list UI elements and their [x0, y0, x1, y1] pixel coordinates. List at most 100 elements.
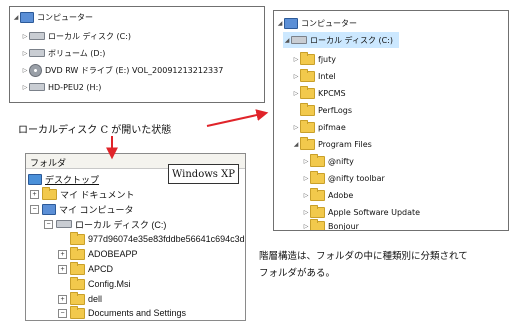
folder-icon: [310, 153, 325, 167]
tree-item-folder[interactable]: ▷ @nifty: [302, 153, 354, 169]
tree-item-local-disk-c[interactable]: − ローカル ディスク (C:): [44, 216, 166, 232]
folder-icon: [300, 51, 315, 65]
c-drive-tree-panel: ◢ コンピューター ◢ ローカル ディスク (C:) ▷ fjuty ▷ Int…: [273, 10, 509, 231]
collapsed-arrow-icon[interactable]: ▷: [292, 56, 300, 63]
computer-icon: [42, 203, 56, 215]
desktop-icon: [28, 173, 42, 185]
tree-item-label: HD-PEU2 (H:): [48, 82, 102, 92]
expand-plus-icon[interactable]: +: [58, 264, 67, 274]
tree-item-label: KPCMS: [318, 88, 346, 98]
arrow-to-right-panel: [206, 109, 269, 127]
collapsed-arrow-icon[interactable]: ▷: [302, 175, 310, 182]
collapsed-arrow-icon[interactable]: ▷: [21, 84, 29, 91]
windows-xp-badge: Windows XP: [168, 164, 239, 184]
tree-item-folder[interactable]: ◢ Program Files: [292, 136, 372, 152]
tree-item-label: Apple Software Update: [328, 207, 421, 217]
folder-icon: [300, 85, 315, 99]
collapsed-arrow-icon[interactable]: ▷: [292, 90, 300, 97]
windows-xp-label: Windows XP: [172, 168, 235, 180]
expanded-arrow-icon[interactable]: ◢: [292, 141, 300, 148]
collapsed-arrow-icon[interactable]: ▷: [302, 209, 310, 216]
tree-item-label: マイ コンピュータ: [59, 204, 134, 215]
tree-item-label: デスクトップ: [45, 174, 100, 185]
tree-item-folder[interactable]: + APCD: [58, 261, 113, 277]
tree-item-desktop[interactable]: デスクトップ: [28, 171, 99, 187]
expand-plus-icon[interactable]: +: [58, 294, 67, 304]
folder-icon: [70, 246, 85, 260]
tree-item-folder[interactable]: ▷ @nifty toolbar: [302, 170, 385, 186]
tree-item-folder[interactable]: PerfLogs: [292, 102, 352, 118]
folder-icon: [300, 102, 315, 116]
tree-item-folder[interactable]: 977d96074e35e83fddbe56641c694c3d: [70, 231, 245, 247]
tree-item-folder[interactable]: ▷ Intel: [292, 68, 336, 84]
tree-item-folder[interactable]: ▷ fjuty: [292, 51, 336, 67]
collapse-minus-icon[interactable]: −: [58, 308, 67, 318]
tree-item-label: Program Files: [318, 139, 372, 149]
tree-item-folder[interactable]: ▷ pifmae: [292, 119, 346, 135]
folder-icon: [70, 305, 85, 319]
local-disk-icon: [56, 220, 72, 228]
tree-item-label: fjuty: [318, 54, 336, 64]
tree-item-folder[interactable]: ▷ Adobe: [302, 187, 353, 203]
folder-icon: [310, 187, 325, 201]
tree-item-local-disk-c[interactable]: ▷ ローカル ディスク (C:): [21, 28, 131, 44]
collapsed-arrow-icon[interactable]: ▷: [302, 223, 310, 230]
tree-item-dvd-e[interactable]: ▷ DVD RW ドライブ (E:) VOL_20091213212337: [21, 62, 223, 78]
tree-item-folder[interactable]: − Documents and Settings: [58, 305, 187, 320]
tree-item-computer[interactable]: ◢ コンピューター: [276, 15, 357, 31]
tree-item-label: ADOBEAPP: [88, 249, 138, 259]
folder-icon: [70, 261, 85, 275]
local-disk-icon: [291, 36, 307, 44]
collapsed-arrow-icon[interactable]: ▷: [21, 33, 29, 40]
expanded-arrow-icon[interactable]: ◢: [12, 14, 20, 21]
tree-item-label: @nifty: [328, 156, 354, 166]
drives-tree-panel: ◢ コンピューター ▷ ローカル ディスク (C:) ▷ ボリューム (D:) …: [9, 6, 265, 103]
folders-header-label: フォルダ: [30, 158, 67, 168]
note-line-1: 階層構造は、フォルダの中に種類別に分類されて: [259, 251, 468, 262]
folder-icon: [70, 231, 85, 245]
expand-plus-icon[interactable]: +: [58, 249, 67, 259]
tree-item-label: ボリューム (D:): [48, 48, 106, 58]
dvd-drive-icon: [29, 63, 42, 77]
computer-icon: [284, 17, 298, 29]
tree-item-my-computer[interactable]: − マイ コンピュータ: [30, 201, 134, 217]
expand-plus-icon[interactable]: +: [30, 189, 39, 199]
tree-item-my-documents[interactable]: + マイ ドキュメント: [30, 186, 135, 202]
tree-item-folder[interactable]: + ADOBEAPP: [58, 246, 138, 262]
local-disk-icon: [29, 32, 45, 40]
tree-item-local-disk-c[interactable]: ◢ ローカル ディスク (C:): [283, 32, 400, 48]
note-line-2: フォルダがある。: [259, 268, 336, 279]
folder-icon: [310, 204, 325, 218]
tree-item-label: Bonjour: [328, 221, 359, 231]
collapsed-arrow-icon[interactable]: ▷: [302, 192, 310, 199]
caption-opened-state: ローカルディスク C が開いた状態: [18, 125, 172, 136]
tree-item-label: @nifty toolbar: [328, 173, 385, 183]
tree-item-hd-peu2-h[interactable]: ▷ HD-PEU2 (H:): [21, 79, 102, 95]
tree-item-label: ローカル ディスク (C:): [310, 35, 394, 45]
tree-item-label: ローカル ディスク (C:): [75, 219, 167, 230]
expanded-arrow-icon[interactable]: ◢: [276, 20, 284, 27]
tree-item-folder[interactable]: ▷ Bonjour: [302, 218, 359, 231]
collapsed-arrow-icon[interactable]: ▷: [21, 67, 29, 74]
tree-item-label: マイ ドキュメント: [60, 189, 135, 200]
collapse-minus-icon[interactable]: −: [30, 204, 39, 214]
collapsed-arrow-icon[interactable]: ▷: [292, 73, 300, 80]
collapsed-arrow-icon[interactable]: ▷: [302, 158, 310, 165]
folder-icon: [300, 68, 315, 82]
expanded-arrow-icon[interactable]: ◢: [283, 37, 291, 44]
tree-item-folder[interactable]: Config.Msi: [70, 276, 131, 292]
tree-item-label: Adobe: [328, 190, 354, 200]
tree-item-folder[interactable]: ▷ KPCMS: [292, 85, 346, 101]
tree-item-label: Documents and Settings: [88, 308, 187, 318]
tree-item-computer[interactable]: ◢ コンピューター: [12, 9, 93, 25]
collapsed-arrow-icon[interactable]: ▷: [292, 124, 300, 131]
tree-item-label: Config.Msi: [88, 279, 131, 289]
folder-icon: [310, 170, 325, 184]
tree-item-label: PerfLogs: [318, 105, 353, 115]
folder-icon: [310, 218, 325, 230]
collapse-minus-icon[interactable]: −: [44, 219, 53, 229]
collapsed-arrow-icon[interactable]: ▷: [21, 50, 29, 57]
computer-icon: [20, 11, 34, 23]
tree-item-volume-d[interactable]: ▷ ボリューム (D:): [21, 45, 106, 61]
drive-icon: [29, 83, 45, 91]
